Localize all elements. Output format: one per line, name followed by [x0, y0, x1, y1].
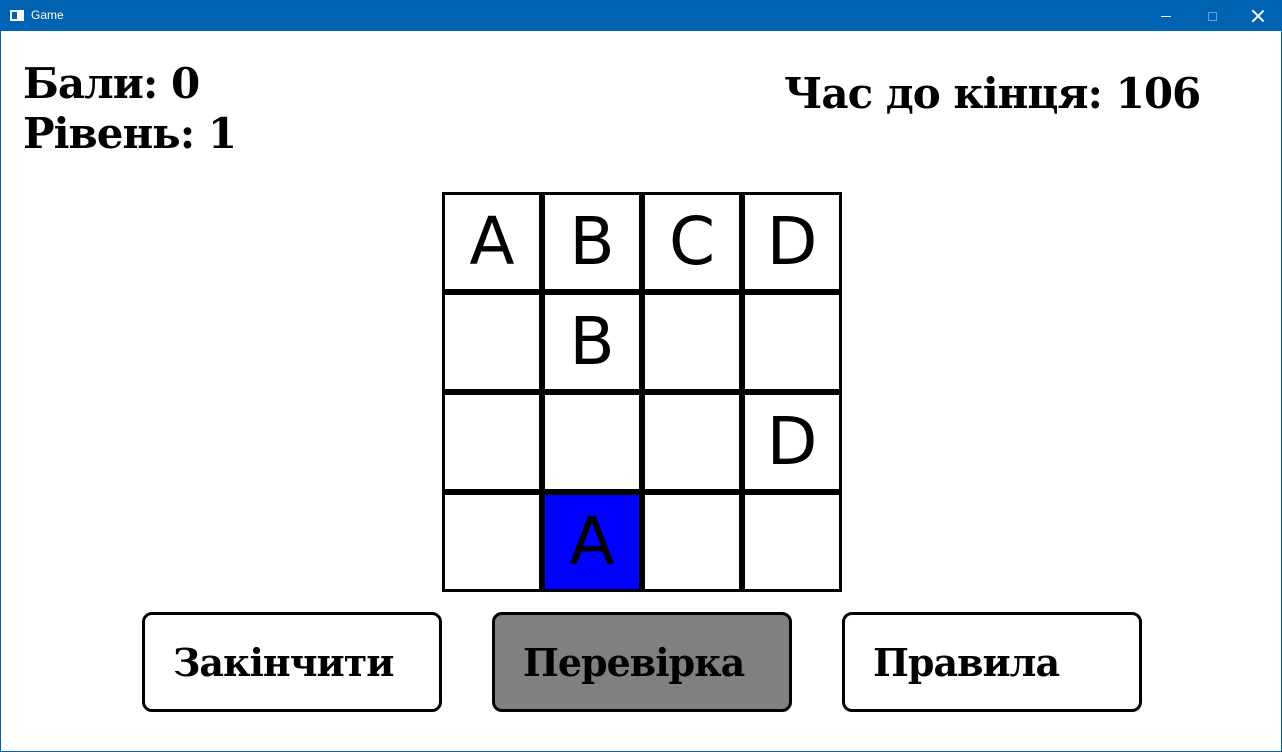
grid-cell[interactable]: B	[542, 192, 642, 292]
game-window: Game Бали: 0 Рівень: 1 Час до кінця: 106…	[0, 0, 1282, 752]
grid-cell[interactable]	[742, 292, 842, 392]
letter-grid: A B C D B D A	[442, 192, 842, 592]
app-icon	[10, 10, 24, 21]
maximize-icon	[1207, 11, 1217, 21]
grid-cell[interactable]	[642, 492, 742, 592]
level-label: Рівень: 1	[23, 109, 237, 158]
minimize-icon	[1161, 15, 1171, 17]
grid-cell[interactable]	[442, 492, 542, 592]
grid-cell[interactable]	[742, 492, 842, 592]
close-icon	[1252, 10, 1264, 22]
grid-cell[interactable]	[542, 392, 642, 492]
grid-cell[interactable]: A	[542, 492, 642, 592]
check-button[interactable]: Перевірка	[492, 612, 792, 712]
window-title: Game	[31, 8, 64, 22]
timer-label: Час до кінця: 106	[784, 69, 1201, 118]
grid-cell[interactable]: D	[742, 392, 842, 492]
minimize-button[interactable]	[1143, 1, 1189, 31]
finish-button[interactable]: Закінчити	[142, 612, 442, 712]
grid-cell[interactable]: B	[542, 292, 642, 392]
grid-cell[interactable]	[442, 292, 542, 392]
grid-cell[interactable]	[642, 392, 742, 492]
score-label: Бали: 0	[23, 59, 200, 108]
grid-cell[interactable]: C	[642, 192, 742, 292]
grid-cell[interactable]: D	[742, 192, 842, 292]
close-button[interactable]	[1235, 1, 1281, 31]
grid-cell[interactable]	[642, 292, 742, 392]
maximize-button[interactable]	[1189, 1, 1235, 31]
title-bar[interactable]: Game	[1, 1, 1281, 31]
grid-cell[interactable]	[442, 392, 542, 492]
grid-cell[interactable]: A	[442, 192, 542, 292]
rules-button[interactable]: Правила	[842, 612, 1142, 712]
